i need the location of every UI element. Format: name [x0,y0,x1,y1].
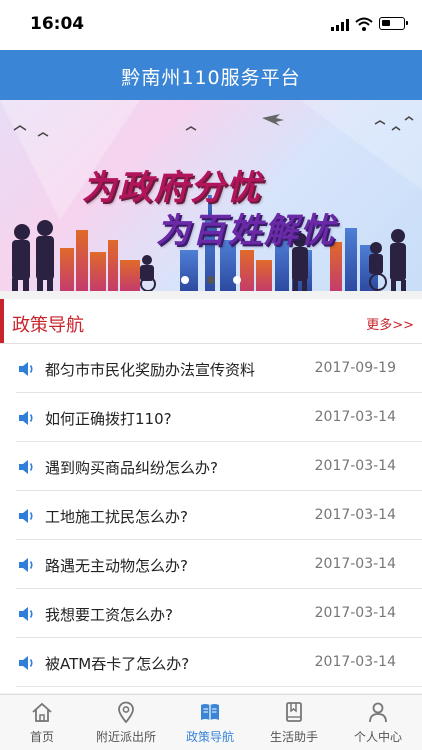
policy-item-title: 我想要工资怎么办? [45,606,173,624]
section-header: 政策导航 更多>> [0,299,422,344]
battery-icon [379,17,408,30]
status-bar: 16:04 [0,0,422,50]
page-title: 黔南州110服务平台 [121,67,301,89]
policy-item-title: 工地施工扰民怎么办? [45,508,188,526]
carousel-dot-active[interactable] [207,276,215,284]
policy-item-title: 被ATM吞卡了怎么办? [45,655,190,673]
carousel-dot[interactable] [233,276,241,284]
policy-item-title: 遇到购买商品纠纷怎么办? [45,459,218,477]
policy-list-item[interactable]: 我想要工资怎么办? 2017-03-14 [16,589,422,638]
carousel-indicator [181,269,259,284]
app-header: 黔南州110服务平台 [0,50,422,100]
person-icon [369,702,387,723]
section-title: 政策导航 [12,315,84,336]
tab-life-assistant[interactable]: 生活助手 [252,695,336,750]
policy-item-title: 路遇无主动物怎么办? [45,557,188,575]
more-link[interactable]: 更多>> [366,314,414,333]
policy-list-item[interactable]: 被ATM吞卡了怎么办? 2017-03-14 [16,638,422,687]
tab-home[interactable]: 首页 [0,695,84,750]
tab-label: 个人中心 [353,730,402,744]
policy-item-date: 2017-03-14 [314,507,396,523]
speaker-icon [19,362,33,376]
bottom-tab-bar: 首页 附近派出所 政策导航 生活助手 个人中心 [0,694,422,750]
speaker-icon [19,411,33,425]
wifi-icon [355,17,373,31]
policy-item-date: 2017-03-14 [314,654,396,670]
bookmark-book-icon [286,702,302,722]
location-pin-icon [118,701,134,723]
banner-carousel[interactable]: 为政府分忧 为百姓解忧 [0,100,422,291]
policy-list-item[interactable]: 如何正确拨打110? 2017-03-14 [16,393,422,442]
speaker-icon [19,558,33,572]
tab-label: 附近派出所 [95,730,156,744]
policy-item-date: 2017-03-14 [314,556,396,572]
banner-slogan-line1: 为政府分忧 [82,168,262,208]
carousel-dot[interactable] [181,276,189,284]
speaker-icon [19,460,33,474]
policy-list-item[interactable]: 路遇无主动物怎么办? 2017-03-14 [16,540,422,589]
tab-label: 生活助手 [269,730,318,744]
speaker-icon [19,607,33,621]
tab-label: 政策导航 [185,730,234,744]
cellular-signal-icon [331,19,349,31]
banner-slogan-line2: 为百姓解忧 [156,211,336,251]
policy-item-date: 2017-03-14 [314,409,396,425]
speaker-icon [19,509,33,523]
policy-list: 都匀市市民化奖励办法宣传资料 2017-09-19 如何正确拨打110? 2017-0… [0,344,422,687]
tab-nearby-police[interactable]: 附近派出所 [84,695,168,750]
policy-item-date: 2017-03-14 [314,605,396,621]
tab-policy[interactable]: 政策导航 [168,695,252,750]
policy-list-item[interactable]: 遇到购买商品纠纷怎么办? 2017-03-14 [16,442,422,491]
policy-item-title: 都匀市市民化奖励办法宣传资料 [45,361,256,379]
policy-list-item[interactable]: 工地施工扰民怎么办? 2017-03-14 [16,491,422,540]
speaker-icon [19,656,33,670]
policy-item-title: 如何正确拨打110? [45,410,172,428]
policy-item-date: 2017-03-14 [314,458,396,474]
status-time: 16:04 [30,14,85,34]
tab-personal-center[interactable]: 个人中心 [336,695,420,750]
section-accent-bar [0,299,4,343]
policy-list-item[interactable]: 都匀市市民化奖励办法宣传资料 2017-09-19 [16,344,422,393]
tab-label: 首页 [29,730,54,744]
home-icon [32,702,52,722]
policy-item-date: 2017-09-19 [314,360,396,376]
policy-section: 政策导航 更多>> 都匀市市民化奖励办法宣传资料 2017-09-19 如何正确拨打… [0,299,422,693]
book-icon [201,704,219,720]
